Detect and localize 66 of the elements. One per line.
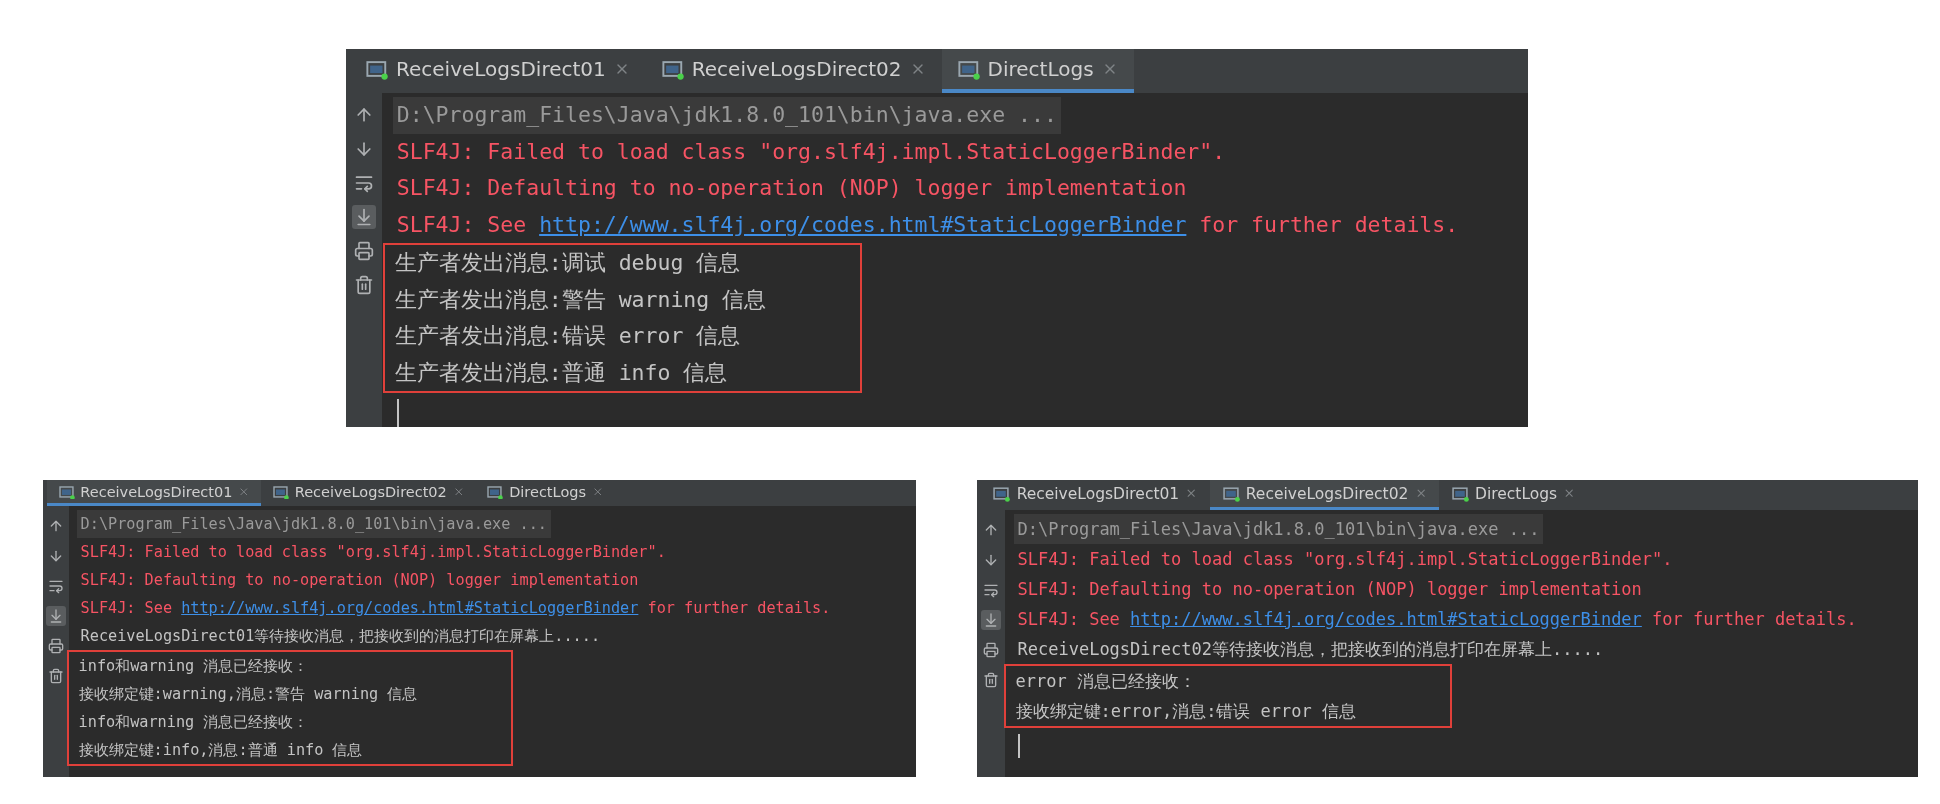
output-line: info和warning 消息已经接收： (77, 712, 310, 733)
run-tab[interactable]: ReceiveLogsDirect01 (350, 49, 646, 93)
error-line: SLF4J: Failed to load class "org.slf4j.impl.StaticLoggerBinder". (1016, 548, 1674, 571)
run-tab[interactable]: DirectLogs (1439, 480, 1589, 510)
output-line: ReceiveLogsDirect01等待接收消息，把接收到的消息打印在屏幕上..... (79, 626, 602, 647)
console-icon (58, 483, 75, 500)
trash-icon (354, 275, 374, 295)
scroll-to-end-icon (354, 207, 374, 227)
print-icon (354, 241, 374, 261)
output-line: 接收绑定键:info,消息:普通 info 信息 (77, 740, 364, 761)
print-button[interactable] (46, 636, 66, 656)
output-line: 生产者发出消息:警告 warning 信息 (393, 285, 768, 314)
run-tab[interactable]: DirectLogs (941, 49, 1134, 93)
output-line: 生产者发出消息:错误 error 信息 (393, 322, 742, 350)
console-icon (957, 58, 980, 80)
soft-wrap-icon (48, 578, 64, 594)
print-icon (48, 638, 64, 654)
error-line: SLF4J: See http://www.slf4j.org/codes.html#StaticLoggerBinder for further details. (79, 598, 832, 619)
soft-wrap-icon (354, 173, 374, 193)
output-line: error 消息已经接收： (1014, 670, 1197, 693)
run-tab[interactable]: ReceiveLogsDirect02 (1210, 480, 1440, 510)
console-icon (1222, 484, 1240, 502)
error-line: SLF4J: Failed to load class "org.slf4j.impl.StaticLoggerBinder". (79, 542, 667, 563)
close-icon[interactable] (1185, 487, 1198, 500)
run-tab[interactable]: ReceiveLogsDirect02 (645, 49, 942, 93)
close-icon[interactable] (1563, 487, 1576, 500)
output-line: ReceiveLogsDirect02等待接收消息，把接收到的消息打印在屏幕上..... (1016, 638, 1605, 661)
error-line: SLF4J: Defaulting to no-operation (NOP) logger implementation (1016, 578, 1643, 601)
error-line: SLF4J: Defaulting to no-operation (NOP) logger implementation (79, 570, 640, 591)
output-line: 生产者发出消息:普通 info 信息 (393, 358, 729, 387)
console-icon (366, 58, 388, 80)
close-icon[interactable] (591, 485, 604, 498)
trash-icon (983, 672, 999, 688)
output-line: 接收绑定键:error,消息:错误 error 信息 (1014, 700, 1358, 723)
close-icon[interactable] (452, 485, 465, 498)
run-tab[interactable]: ReceiveLogsDirect01 (981, 480, 1211, 510)
error-line: SLF4J: See http://www.slf4j.org/codes.html#StaticLoggerBinder for further details. (1016, 608, 1858, 631)
scroll-to-end-icon (983, 612, 999, 628)
run-tab[interactable]: ReceiveLogsDirect01 (47, 480, 262, 506)
scroll-to-end-icon (48, 608, 64, 624)
run-tab[interactable]: ReceiveLogsDirect02 (261, 480, 476, 506)
docs-link[interactable]: http://www.slf4j.org/codes.html#StaticLoggerBinder (181, 599, 639, 617)
console-icon (1451, 484, 1469, 502)
console-icon (487, 483, 504, 500)
scroll-to-end-button[interactable] (46, 606, 66, 626)
error-line: SLF4J: Defaulting to no-operation (NOP) logger implementation (395, 174, 1188, 202)
docs-link[interactable]: http://www.slf4j.org/codes.html#StaticLoggerBinder (539, 211, 1187, 237)
output-line: 接收绑定键:warning,消息:警告 warning 信息 (77, 684, 419, 705)
output-line: info和warning 消息已经接收： (77, 656, 310, 677)
error-line: SLF4J: Failed to load class "org.slf4j.impl.StaticLoggerBinder". (395, 137, 1227, 166)
print-icon (983, 642, 999, 658)
scroll-to-end-button[interactable] (981, 610, 1001, 630)
scroll-to-end-button[interactable] (352, 205, 376, 229)
console-icon (661, 58, 684, 80)
docs-link[interactable]: http://www.slf4j.org/codes.html#StaticLoggerBinder (1130, 609, 1642, 629)
down-arrow-icon (983, 552, 999, 568)
error-line: SLF4J: See http://www.slf4j.org/codes.html#StaticLoggerBinder for further details. (395, 210, 1460, 239)
print-button[interactable] (981, 640, 1001, 660)
trash-icon (48, 668, 64, 684)
print-button[interactable] (352, 239, 376, 263)
close-icon[interactable] (238, 485, 250, 498)
soft-wrap-icon (983, 582, 999, 598)
run-tab[interactable]: DirectLogs (475, 480, 615, 506)
output-line: 生产者发出消息:调试 debug 信息 (393, 249, 742, 277)
console-icon (273, 483, 289, 500)
console-icon (993, 484, 1011, 502)
